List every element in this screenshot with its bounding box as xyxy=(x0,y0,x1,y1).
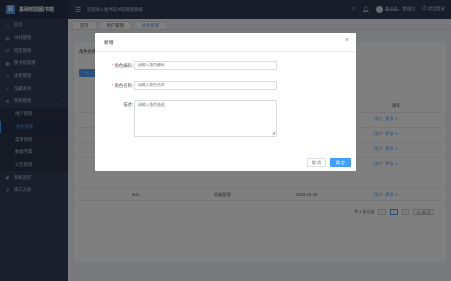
resize-handle-icon[interactable]: ◢ xyxy=(272,130,275,135)
description-label: 描述: xyxy=(123,102,133,107)
dialog-footer: 取 消 确 定 xyxy=(307,158,351,167)
dialog-divider xyxy=(95,51,356,52)
role-code-input[interactable] xyxy=(134,61,277,70)
role-name-input[interactable] xyxy=(134,81,277,90)
add-role-dialog: 新增 × *角色编码: *角色名称: 描述: ◢ 取 消 确 定 xyxy=(95,33,356,171)
role-name-label: *角色名称: xyxy=(111,82,133,88)
role-code-label: *角色编码: xyxy=(111,62,133,68)
confirm-button[interactable]: 确 定 xyxy=(330,158,351,167)
close-icon[interactable]: × xyxy=(345,37,349,45)
dialog-title: 新增 xyxy=(104,41,114,46)
description-textarea[interactable] xyxy=(134,100,277,137)
cancel-button[interactable]: 取 消 xyxy=(307,158,326,167)
required-mark: * xyxy=(111,82,114,88)
required-mark: * xyxy=(111,62,114,68)
